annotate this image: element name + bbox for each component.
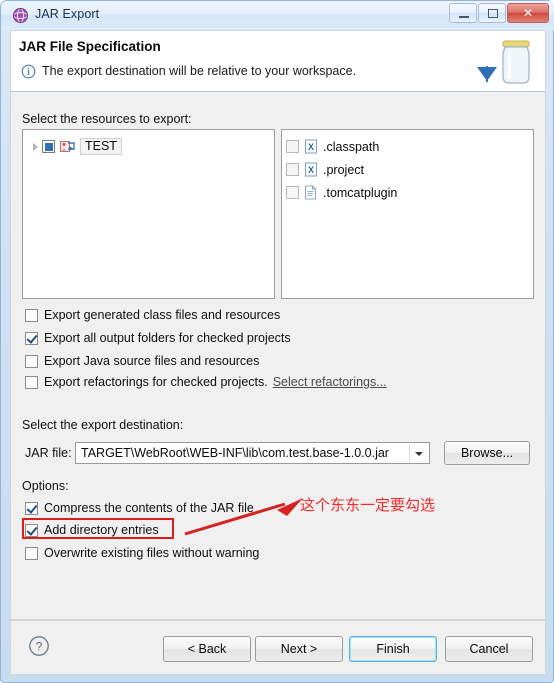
finish-button[interactable]: Finish bbox=[349, 636, 437, 662]
annotation-arrow-icon bbox=[181, 496, 306, 538]
maximize-button[interactable] bbox=[478, 3, 506, 23]
option-export-java-source-files[interactable]: Export Java source files and resources bbox=[25, 352, 259, 370]
checkbox[interactable] bbox=[25, 308, 38, 322]
destination-label: Select the export destination: bbox=[22, 418, 184, 432]
options-label: Options: bbox=[22, 479, 69, 493]
option-label: Export refactorings for checked projects… bbox=[44, 375, 268, 389]
option-label: Add directory entries bbox=[44, 523, 159, 537]
jar-export-dialog: JAR Export ✕ JAR File Specification The … bbox=[0, 0, 554, 683]
option-add-directory-entries[interactable]: Add directory entries bbox=[25, 521, 159, 539]
help-question-icon[interactable]: ? bbox=[28, 635, 50, 657]
checkbox[interactable] bbox=[25, 375, 38, 389]
page-title: JAR File Specification bbox=[19, 39, 161, 54]
file-checkbox[interactable] bbox=[286, 140, 299, 153]
list-item[interactable]: X .classpath bbox=[286, 136, 379, 157]
jar-file-input[interactable]: TARGET\WebRoot\WEB-INF\lib\com.test.base… bbox=[75, 442, 430, 464]
jar-file-value: TARGET\WebRoot\WEB-INF\lib\com.test.base… bbox=[81, 446, 389, 460]
next-button[interactable]: Next > bbox=[255, 636, 343, 662]
select-refactorings-link[interactable]: Select refactorings... bbox=[273, 375, 387, 389]
page-description: The export destination will be relative … bbox=[42, 64, 357, 78]
title-bar: JAR Export ✕ bbox=[1, 1, 554, 30]
checkbox[interactable] bbox=[25, 523, 38, 537]
option-label: Export Java source files and resources bbox=[44, 354, 260, 368]
close-button[interactable]: ✕ bbox=[507, 3, 549, 23]
option-export-all-output-folders[interactable]: Export all output folders for checked pr… bbox=[25, 329, 291, 347]
annotation-text: 这个东东一定要勾选 bbox=[300, 496, 436, 514]
eclipse-globe-icon bbox=[12, 7, 29, 24]
list-item[interactable]: .tomcatplugin bbox=[286, 182, 397, 203]
chevron-down-icon[interactable] bbox=[409, 444, 428, 462]
option-export-generated-class-files[interactable]: Export generated class files and resourc… bbox=[25, 306, 280, 324]
option-label: Export all output folders for checked pr… bbox=[44, 331, 291, 345]
xml-file-icon: X bbox=[304, 162, 318, 177]
text-file-icon bbox=[304, 185, 317, 200]
close-icon: ✕ bbox=[522, 6, 534, 20]
checkbox[interactable] bbox=[25, 354, 38, 368]
file-checkbox[interactable] bbox=[286, 186, 299, 199]
svg-text:?: ? bbox=[36, 640, 43, 654]
window-controls: ✕ bbox=[448, 3, 549, 23]
wizard-header: JAR File Specification The export destin… bbox=[10, 30, 546, 92]
resource-tree[interactable]: TEST bbox=[22, 129, 275, 299]
window-title: JAR Export bbox=[35, 7, 100, 21]
java-project-icon bbox=[60, 139, 76, 154]
cancel-button[interactable]: Cancel bbox=[445, 636, 533, 662]
minimize-button[interactable] bbox=[449, 3, 477, 23]
browse-button[interactable]: Browse... bbox=[444, 441, 530, 465]
back-button[interactable]: < Back bbox=[163, 636, 251, 662]
option-export-refactorings[interactable]: Export refactorings for checked projects… bbox=[25, 373, 387, 391]
tree-item-label: TEST bbox=[80, 138, 122, 155]
option-label: Export generated class files and resourc… bbox=[44, 308, 281, 322]
expand-arrow-icon[interactable] bbox=[29, 140, 42, 153]
tree-item-test[interactable]: TEST bbox=[23, 136, 122, 157]
option-overwrite-existing-files[interactable]: Overwrite existing files without warning bbox=[25, 544, 259, 562]
checkbox[interactable] bbox=[25, 331, 38, 345]
xml-file-icon: X bbox=[304, 139, 318, 154]
file-label: .project bbox=[323, 162, 364, 177]
checkbox[interactable] bbox=[25, 501, 38, 515]
info-icon bbox=[21, 64, 36, 79]
file-checkbox[interactable] bbox=[286, 163, 299, 176]
svg-text:X: X bbox=[308, 165, 314, 175]
resource-file-list[interactable]: X .classpath X .project .tomcatplugin bbox=[281, 129, 534, 299]
list-item[interactable]: X .project bbox=[286, 159, 364, 180]
file-label: .tomcatplugin bbox=[323, 185, 398, 200]
tree-item-checkbox[interactable] bbox=[42, 140, 55, 153]
jar-file-label: JAR file: bbox=[25, 446, 72, 460]
svg-text:X: X bbox=[308, 142, 314, 152]
option-label: Overwrite existing files without warning bbox=[44, 546, 260, 560]
file-label: .classpath bbox=[323, 139, 380, 154]
resources-label: Select the resources to export: bbox=[22, 112, 192, 126]
jar-export-illustration bbox=[475, 33, 537, 91]
checkbox[interactable] bbox=[25, 546, 38, 560]
